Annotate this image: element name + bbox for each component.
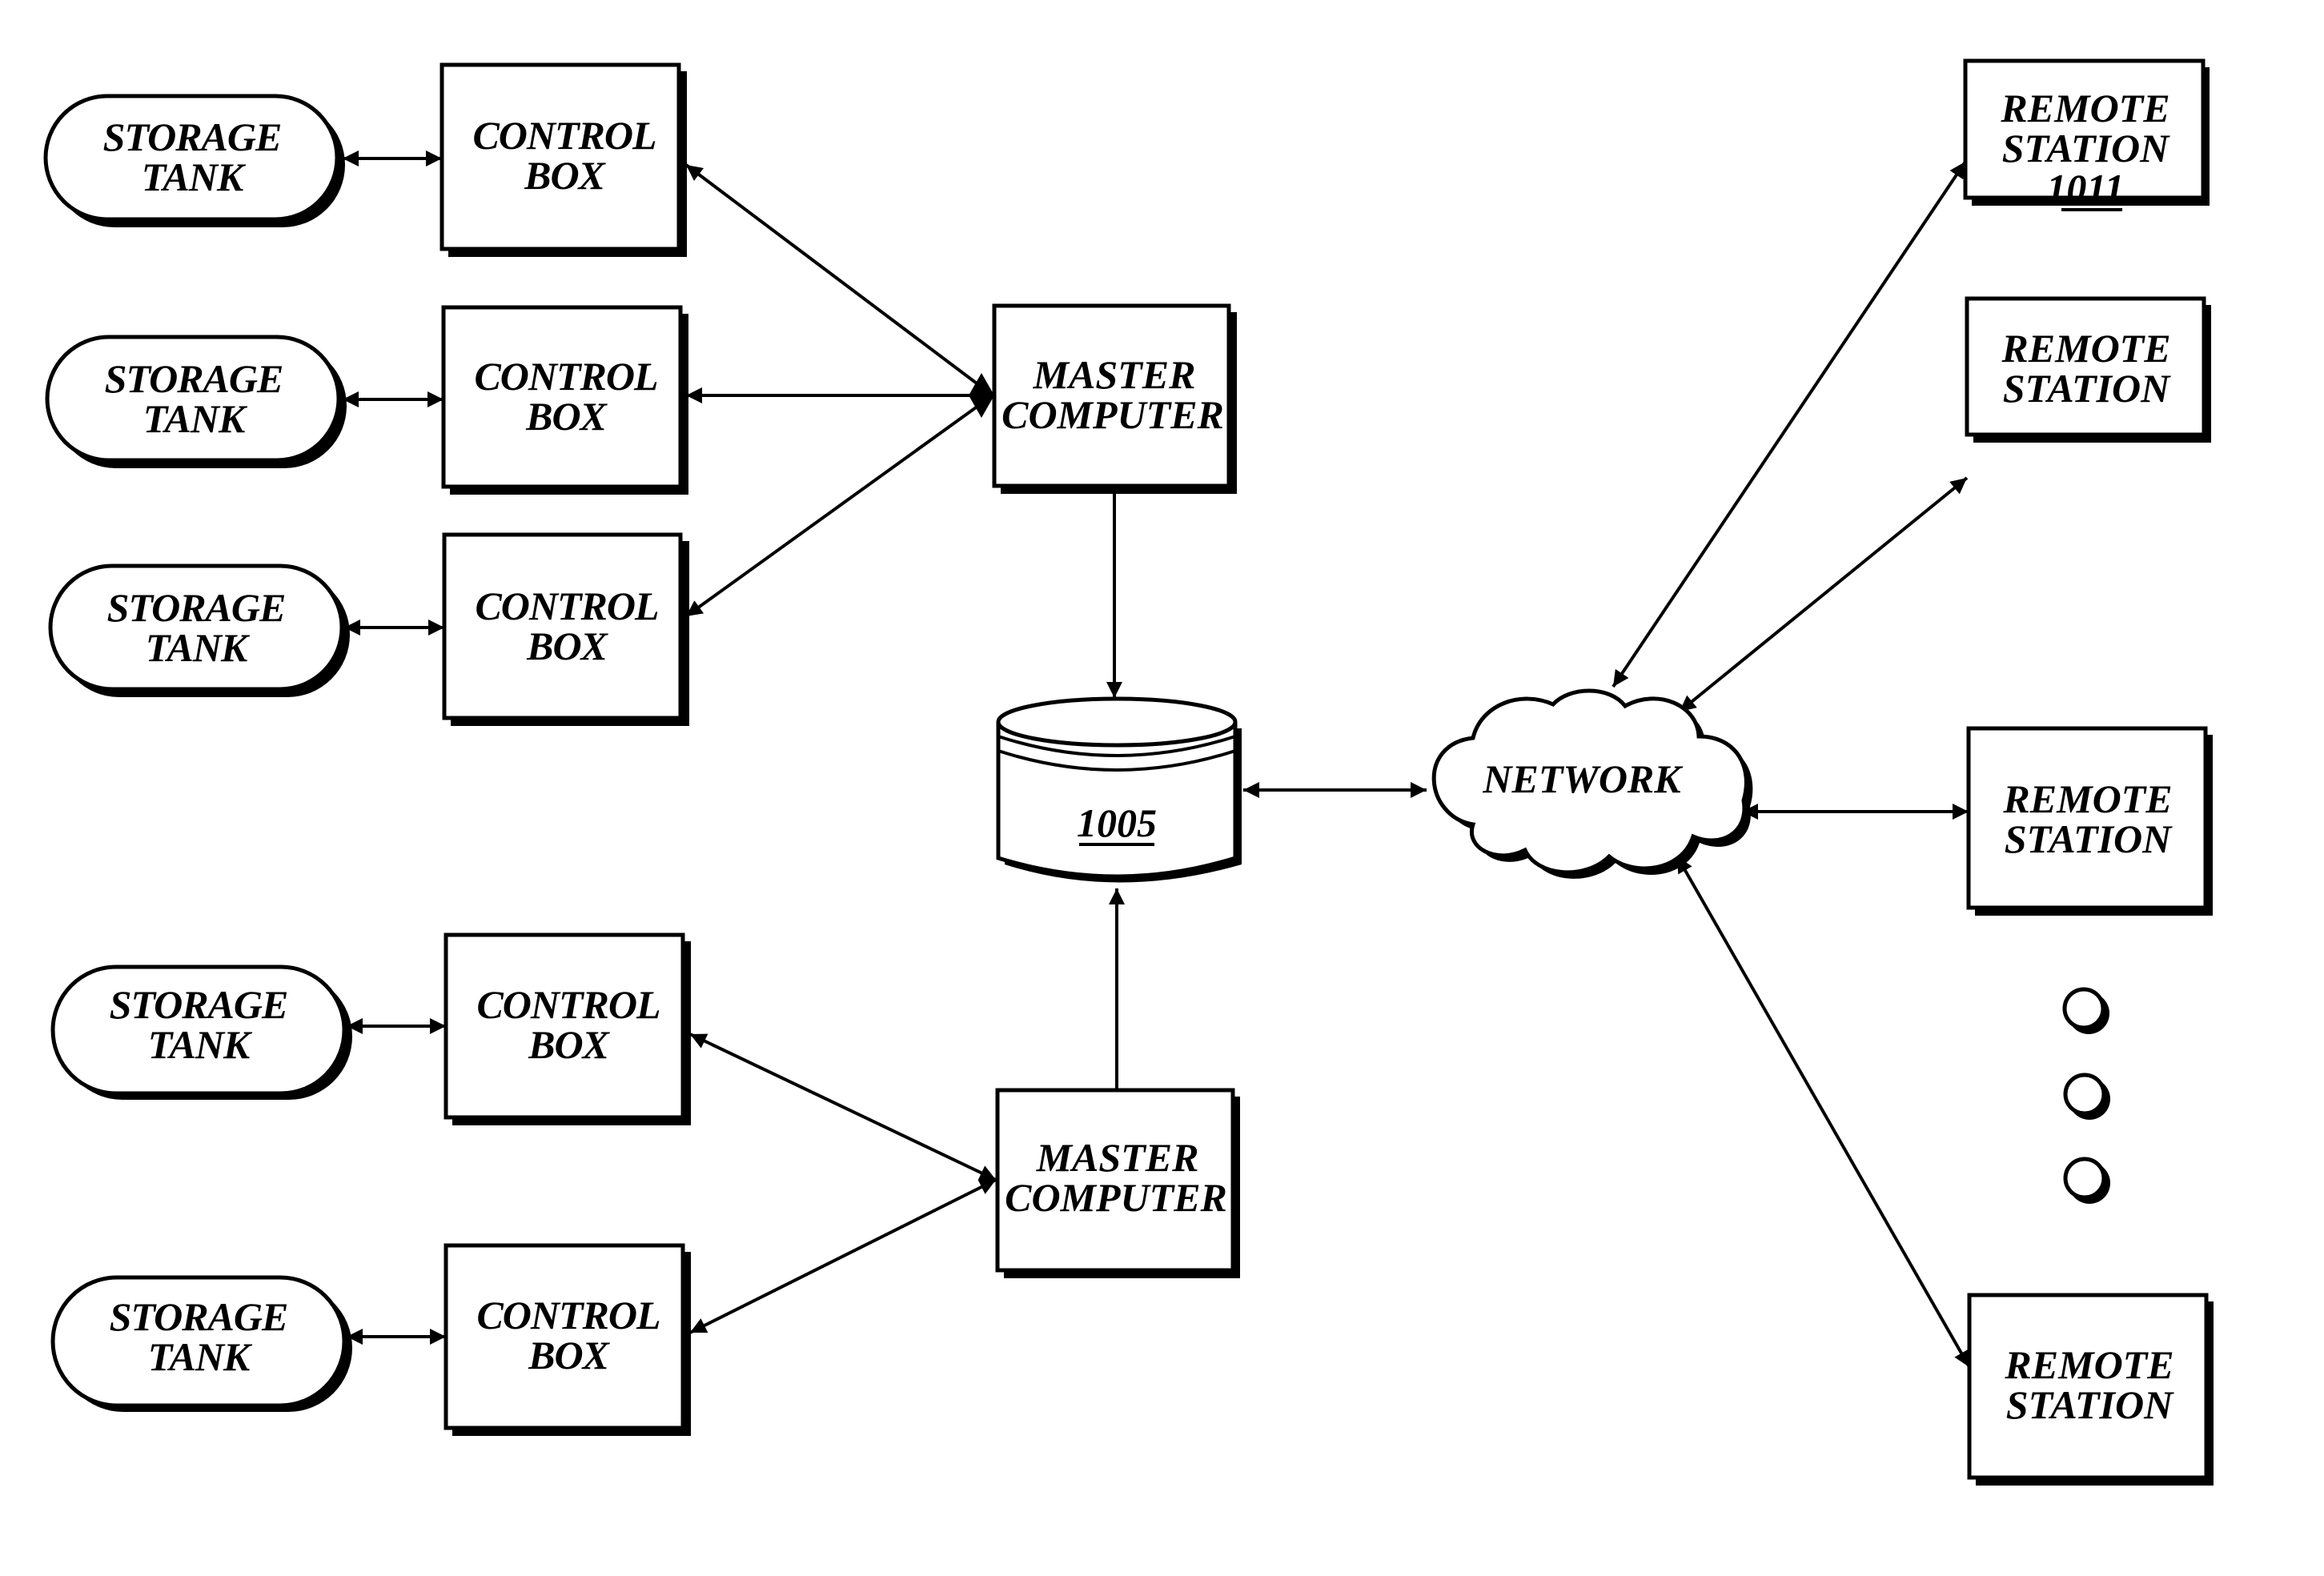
connector-network-remote1	[1612, 160, 1967, 688]
remote-station-label-line2: STATION	[2006, 1382, 2174, 1427]
ellipsis-dot-icon	[2063, 1073, 2106, 1116]
storage-tank-label-line1: STORAGE	[107, 585, 286, 630]
storage-tank-3[interactable]: STORAGE TANK	[48, 563, 350, 697]
storage-tank-label-line1: STORAGE	[110, 1294, 288, 1339]
control-box-1[interactable]: CONTROL BOX	[440, 62, 687, 257]
control-box-3[interactable]: CONTROL BOX	[442, 532, 689, 726]
connector-control3-master1	[684, 394, 994, 618]
master-computer-label-line2: COMPUTER	[1001, 392, 1224, 437]
remote-station-label-line2: STATION	[2002, 126, 2170, 170]
storage-tank-2[interactable]: STORAGE TANK	[45, 335, 347, 468]
storage-tank-5[interactable]: STORAGE TANK	[50, 1275, 352, 1412]
ellipsis-dots	[2062, 987, 2110, 1204]
remote-station-label-line1: REMOTE	[2001, 326, 2170, 371]
control-box-label-line1: CONTROL	[475, 583, 658, 628]
connector-control1-master1	[684, 163, 994, 397]
network-cloud[interactable]: NETWORK	[1431, 688, 1753, 879]
ellipsis-dot-icon	[2063, 1157, 2106, 1200]
remote-station-1[interactable]: REMOTE STATION 1011	[1963, 58, 2210, 211]
storage-tank-label-line1: STORAGE	[105, 356, 283, 401]
connector-control4-master2	[689, 1033, 997, 1181]
ellipsis-dot-icon	[2062, 987, 2105, 1030]
control-box-label-line1: CONTROL	[474, 354, 657, 399]
remote-station-ref-label: 1011	[2046, 166, 2124, 211]
remote-station-3[interactable]: REMOTE STATION	[1966, 726, 2213, 916]
master-computer-label-line1: MASTER	[1033, 352, 1196, 397]
database-1005[interactable]: 1005	[996, 696, 1242, 883]
remote-station-label-line2: STATION	[2005, 816, 2173, 861]
storage-tank-label-line2: TANK	[148, 1334, 253, 1379]
control-box-label-line1: CONTROL	[472, 113, 656, 158]
remote-station-2[interactable]: REMOTE STATION	[1965, 296, 2211, 443]
control-box-5[interactable]: CONTROL BOX	[444, 1243, 691, 1436]
master-computer-label-line1: MASTER	[1036, 1135, 1199, 1180]
remote-station-4[interactable]: REMOTE STATION	[1967, 1293, 2214, 1486]
storage-tank-label-line2: TANK	[146, 625, 251, 670]
connector-network-remote4	[1676, 856, 1971, 1368]
storage-tank-label-line2: TANK	[148, 1022, 253, 1067]
connector-network-remote2	[1678, 476, 1969, 713]
storage-tank-label-line2: TANK	[143, 396, 248, 441]
control-box-label-line2: BOX	[525, 394, 608, 439]
control-box-label-line1: CONTROL	[476, 982, 660, 1027]
control-box-label-line2: BOX	[524, 153, 606, 198]
control-box-label-line2: BOX	[528, 1333, 610, 1377]
storage-tank-label-line1: STORAGE	[110, 982, 288, 1027]
master-computer-label-line2: COMPUTER	[1005, 1175, 1227, 1220]
database-ref-label: 1005	[1077, 800, 1157, 845]
control-box-4[interactable]: CONTROL BOX	[444, 932, 691, 1125]
remote-station-label-line2: STATION	[2003, 366, 2171, 411]
remote-station-label-line1: REMOTE	[2000, 86, 2169, 130]
storage-tank-label-line1: STORAGE	[103, 114, 282, 159]
control-box-2[interactable]: CONTROL BOX	[441, 305, 688, 495]
connector-control5-master2	[689, 1178, 997, 1334]
master-computer-2[interactable]: MASTER COMPUTER	[995, 1088, 1240, 1278]
control-box-label-line2: BOX	[528, 1022, 610, 1067]
control-box-label-line2: BOX	[526, 624, 608, 668]
control-box-label-line1: CONTROL	[476, 1293, 660, 1337]
storage-tank-4[interactable]: STORAGE TANK	[50, 964, 352, 1100]
remote-station-label-line1: REMOTE	[2002, 776, 2172, 821]
storage-tank-label-line2: TANK	[142, 154, 247, 199]
system-diagram: STORAGE TANK STORAGE TANK STORAGE TANK S…	[43, 58, 2214, 1486]
network-label: NETWORK	[1482, 756, 1684, 801]
remote-station-label-line1: REMOTE	[2004, 1342, 2173, 1387]
storage-tank-1[interactable]: STORAGE TANK	[43, 94, 345, 227]
master-computer-1[interactable]: MASTER COMPUTER	[992, 303, 1237, 494]
